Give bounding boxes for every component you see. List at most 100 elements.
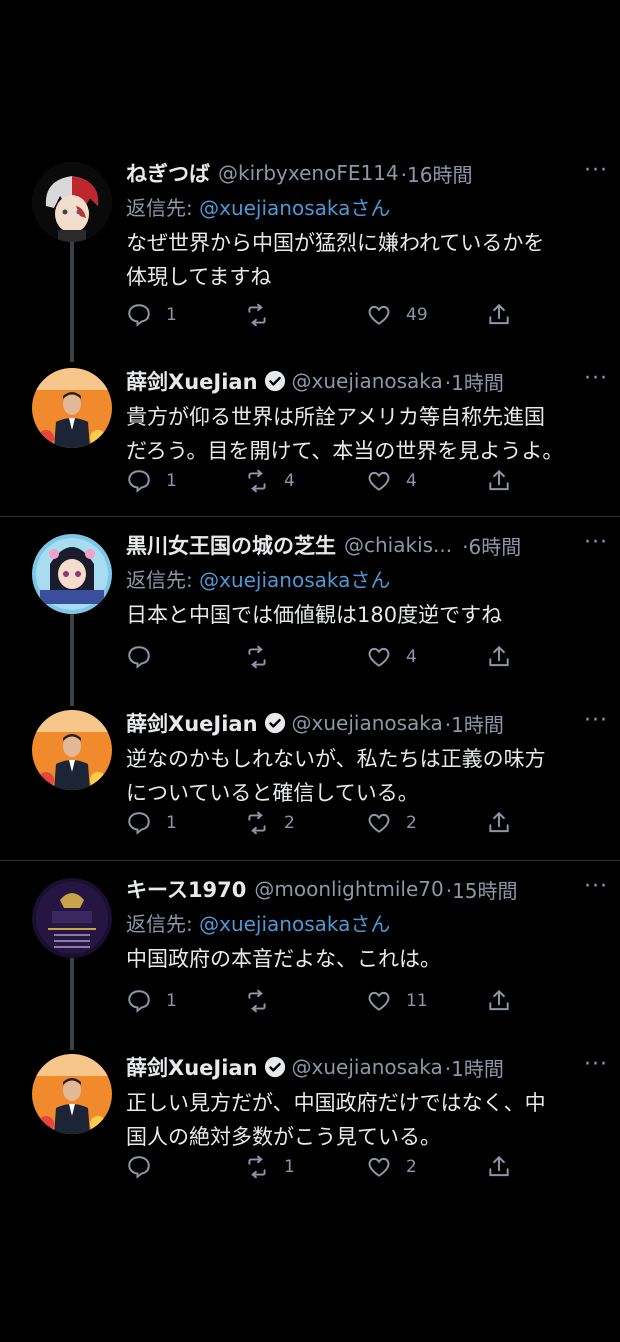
share-icon <box>489 469 509 491</box>
retweet-count: 1 <box>284 1157 295 1177</box>
avatar[interactable] <box>32 368 112 448</box>
reply-button[interactable] <box>126 644 166 670</box>
more-options-icon[interactable]: ··· <box>584 874 608 899</box>
user-handle[interactable]: @xuejianosaka <box>292 711 443 735</box>
share-button[interactable] <box>486 1154 512 1180</box>
mention-link[interactable]: @xuejianosaka <box>199 568 350 592</box>
reply-button[interactable] <box>126 1154 166 1180</box>
reply-button[interactable]: 1 <box>126 988 177 1014</box>
action-bar: 1 4 4 <box>126 468 526 502</box>
share-icon <box>489 811 509 833</box>
retweet-icon <box>248 1155 266 1179</box>
reply-count: 1 <box>166 813 177 833</box>
heart-icon <box>368 305 390 325</box>
like-count: 4 <box>406 647 417 667</box>
mention-suffix: さん <box>350 912 391 936</box>
action-bar: 1 11 <box>126 988 526 1022</box>
reply-button[interactable]: 1 <box>126 810 177 836</box>
more-options-icon[interactable]: ··· <box>584 708 608 733</box>
share-button[interactable] <box>486 468 512 494</box>
more-options-icon[interactable]: ··· <box>584 158 608 183</box>
tweet-text-line: 逆なのかもしれないが、私たちは正義の味方 <box>126 747 546 771</box>
retweet-count: 4 <box>284 471 295 491</box>
mention-link[interactable]: @xuejianosaka <box>199 912 350 936</box>
reply-icon <box>128 646 150 669</box>
reply-context: 返信先: @xuejianosakaさん <box>126 908 600 938</box>
retweet-icon <box>248 303 266 327</box>
tweet-text: なぜ世界から中国が猛烈に嫌われているかを 体現してますね <box>126 226 600 294</box>
retweet-icon <box>248 811 266 835</box>
retweet-button[interactable] <box>244 988 284 1014</box>
display-name[interactable]: 薛剑XueJian <box>126 708 258 738</box>
reply-thread-view: ねぎつば @kirbyxenoFE114 ·16時間 返信先: @xuejian… <box>0 0 620 1342</box>
reply-button[interactable]: 1 <box>126 302 177 328</box>
mention-link[interactable]: @xuejianosaka <box>199 196 350 220</box>
action-bar: 1 2 2 <box>126 810 526 844</box>
retweet-button[interactable]: 1 <box>244 1154 295 1180</box>
tweet-text-line: 貴方が仰る世界は所詮アメリカ等自称先進国 <box>126 405 545 429</box>
thread-connector <box>70 238 74 362</box>
heart-icon <box>368 471 390 491</box>
reply-icon <box>128 1156 150 1179</box>
tweet-text-line: 国人の絶対多数がこう見ている。 <box>126 1125 441 1149</box>
retweet-button[interactable] <box>244 644 284 670</box>
action-bar: 1 2 <box>126 1154 526 1188</box>
user-handle[interactable]: @xuejianosaka <box>292 369 443 393</box>
user-handle[interactable]: @xuejianosaka <box>292 1055 443 1079</box>
tweet-text-line: 中国政府の本音だよな、これは。 <box>126 947 441 971</box>
like-button[interactable]: 2 <box>366 1154 417 1180</box>
action-bar: 1 49 <box>126 302 526 336</box>
timestamp[interactable]: ·16時間 <box>401 159 473 188</box>
timestamp[interactable]: ·1時間 <box>445 709 504 738</box>
reply-icon <box>128 990 150 1013</box>
like-count: 11 <box>406 991 428 1011</box>
share-button[interactable] <box>486 644 512 670</box>
avatar[interactable] <box>32 1054 112 1134</box>
more-options-icon[interactable]: ··· <box>584 530 608 555</box>
tweet-text-line: 日本と中国では価値観は180度逆ですね <box>126 603 503 627</box>
user-handle[interactable]: @kirbyxenoFE114 <box>218 161 399 185</box>
reply-icon <box>128 304 150 327</box>
like-button[interactable]: 11 <box>366 988 428 1014</box>
reply-button[interactable]: 1 <box>126 468 177 494</box>
timestamp[interactable]: ·1時間 <box>445 367 504 396</box>
retweet-button[interactable]: 2 <box>244 810 295 836</box>
more-options-icon[interactable]: ··· <box>584 366 608 391</box>
user-handle[interactable]: @chiakis... <box>344 533 452 557</box>
display-name[interactable]: キース1970 <box>126 874 246 904</box>
more-options-icon[interactable]: ··· <box>584 1052 608 1077</box>
like-button[interactable]: 4 <box>366 644 417 670</box>
like-button[interactable]: 49 <box>366 302 428 328</box>
user-handle[interactable]: @moonlightmile70 <box>254 877 443 901</box>
timestamp[interactable]: ·1時間 <box>445 1053 504 1082</box>
timestamp[interactable]: ·15時間 <box>446 875 518 904</box>
retweet-icon <box>248 645 266 669</box>
display-name[interactable]: 薛剑XueJian <box>126 366 258 396</box>
tweet-text-line: 正しい見方だが、中国政府だけではなく、中 <box>126 1091 546 1115</box>
retweet-button[interactable]: 4 <box>244 468 295 494</box>
action-bar: 4 <box>126 644 526 678</box>
display-name[interactable]: 薛剑XueJian <box>126 1052 258 1082</box>
tweet-text-line: なぜ世界から中国が猛烈に嫌われているかを <box>126 231 545 255</box>
like-button[interactable]: 2 <box>366 810 417 836</box>
share-button[interactable] <box>486 810 512 836</box>
like-count: 2 <box>406 1157 417 1177</box>
avatar[interactable] <box>32 878 112 958</box>
display-name[interactable]: 黒川女王国の城の芝生 <box>126 530 336 560</box>
timestamp[interactable]: ·6時間 <box>462 531 521 560</box>
share-icon <box>489 303 509 325</box>
reply-label: 返信先: <box>126 568 200 592</box>
like-button[interactable]: 4 <box>366 468 417 494</box>
avatar[interactable] <box>32 162 112 242</box>
like-count: 4 <box>406 471 417 491</box>
share-button[interactable] <box>486 988 512 1014</box>
avatar[interactable] <box>32 534 112 614</box>
avatar[interactable] <box>32 710 112 790</box>
retweet-icon <box>248 469 266 493</box>
share-button[interactable] <box>486 302 512 328</box>
thread-connector <box>70 610 74 706</box>
like-count: 2 <box>406 813 417 833</box>
retweet-button[interactable] <box>244 302 284 328</box>
display-name[interactable]: ねぎつば <box>126 158 210 188</box>
mention-suffix: さん <box>350 568 391 592</box>
